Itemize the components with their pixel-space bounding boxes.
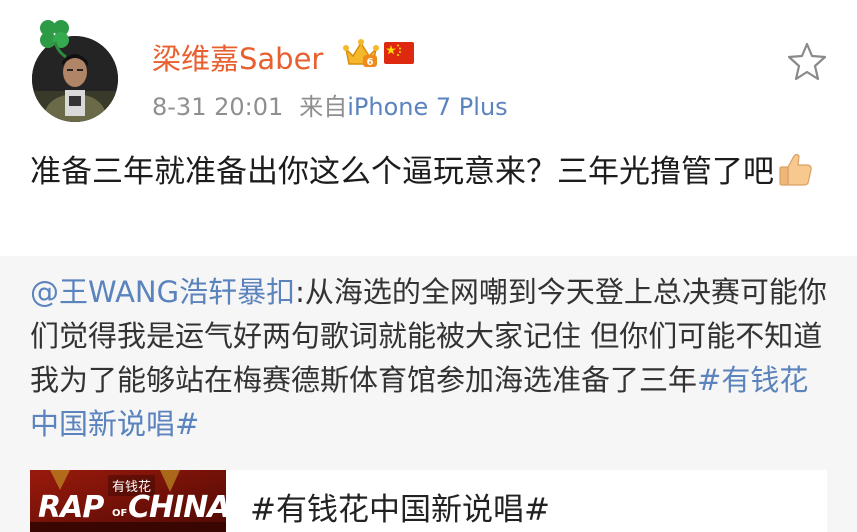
weibo-post-screen: 梁维嘉Saber 6 8-31 20:01 来自iPhone 7 Plus 准备三… — [0, 0, 857, 532]
card-thumb-logo-bottom: CHINA — [128, 490, 226, 525]
thumbs-up-emoji — [779, 153, 812, 186]
vip-crown-icon[interactable]: 6 — [343, 37, 379, 69]
repost-mention[interactable]: @王WANG浩轩暴扣 — [30, 275, 295, 309]
topic-link-card[interactable]: 有钱花 RAP OF CHINA #有钱花中国新说唱# — [30, 470, 827, 532]
clover-icon — [40, 20, 69, 59]
source-prefix: 来自 — [299, 93, 348, 121]
post-header: 梁维嘉Saber 6 8-31 20:01 来自iPhone 7 Plus — [0, 0, 857, 140]
post-text-body: 准备三年就准备出你这么个逼玩意来？三年光撸管了吧 — [30, 154, 774, 190]
post-time: 8-31 20:01 — [152, 93, 284, 121]
svg-text:6: 6 — [367, 57, 374, 68]
post-meta: 8-31 20:01 来自iPhone 7 Plus — [152, 87, 508, 122]
card-thumb-logo-top: RAP — [38, 490, 104, 525]
post-text: 准备三年就准备出你这么个逼玩意来？三年光撸管了吧 — [30, 146, 830, 198]
china-flag-icon — [384, 42, 414, 64]
repost-text: @王WANG浩轩暴扣:从海选的全网嘲到今天登上总决赛可能你们觉得我是运气好两句歌… — [30, 270, 835, 446]
favorite-star-icon[interactable] — [786, 40, 828, 82]
author-name[interactable]: 梁维嘉Saber — [152, 36, 323, 78]
source-device[interactable]: iPhone 7 Plus — [347, 93, 507, 121]
card-title[interactable]: #有钱花中国新说唱# — [250, 484, 550, 529]
card-thumbnail: 有钱花 RAP OF CHINA — [30, 470, 226, 532]
repost-separator: : — [295, 275, 305, 309]
repost-block[interactable]: @王WANG浩轩暴扣:从海选的全网嘲到今天登上总决赛可能你们觉得我是运气好两句歌… — [0, 256, 857, 532]
card-thumb-logo-of: OF — [112, 508, 128, 519]
